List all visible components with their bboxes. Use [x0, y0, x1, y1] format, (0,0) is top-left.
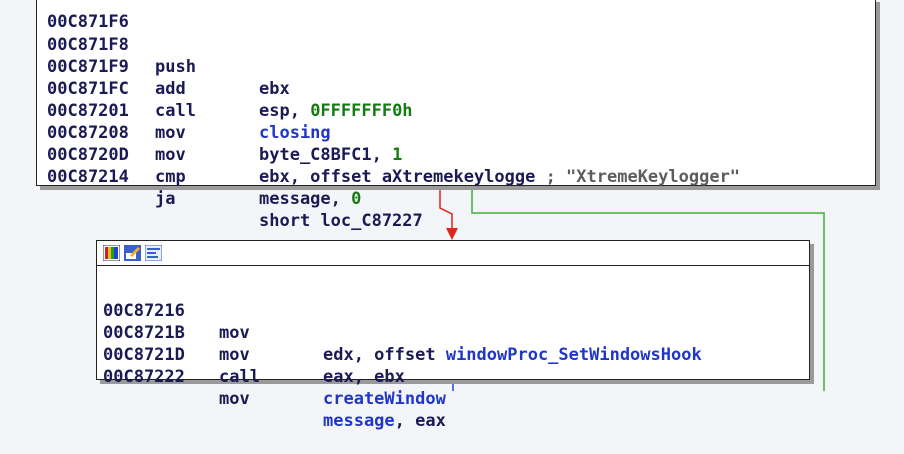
immediate-value: 0FFFFFFF0h — [310, 101, 413, 121]
asm-line[interactable]: 00C87201 mov byte_C8BFC1, 1 — [37, 78, 402, 165]
variable-reference: message — [323, 411, 395, 431]
edge-false-arrowhead — [446, 228, 458, 240]
function-reference[interactable]: createWindow — [323, 388, 446, 410]
asm-line[interactable]: 00C8721D call createWindow — [97, 322, 446, 409]
mnemonic: add — [155, 79, 186, 99]
code-block-top[interactable]: 00C871F6 00C871F8 push ebx 00C871F9 add … — [36, 0, 876, 231]
mnemonic: push — [155, 57, 196, 77]
address: 00C87222 — [103, 367, 185, 387]
mnemonic: call — [155, 101, 196, 121]
operand: esp, 0FFFFFFF0h — [259, 101, 413, 121]
color-palette-icon[interactable] — [103, 245, 120, 261]
asm-line[interactable]: 00C871F9 add esp, 0FFFFFFF0h — [37, 34, 413, 121]
mnemonic: call — [219, 367, 260, 387]
graph-view-icon[interactable] — [145, 245, 162, 261]
operand: ebx — [259, 79, 290, 99]
immediate-value: 0 — [351, 189, 362, 209]
mnemonic: mov — [219, 345, 250, 365]
asm-line[interactable]: 00C8720D cmp message, 0 — [37, 122, 361, 209]
mnemonic: mov — [219, 389, 250, 409]
symbol-reference: windowProc_SetWindowsHook — [445, 345, 702, 365]
mnemonic: cmp — [155, 167, 186, 187]
operand: ebx, offset aXtremekeylogge ; "XtremeKey… — [259, 167, 741, 187]
operand: edx, offset windowProc_SetWindowsHook — [323, 345, 702, 365]
operand: message, eax — [323, 411, 446, 431]
asm-line[interactable]: 00C87222 mov message, eax — [97, 344, 446, 431]
asm-line[interactable]: 00C871FC call closing — [37, 56, 331, 143]
edge-false-branch — [439, 188, 453, 230]
mnemonic: mov — [155, 145, 186, 165]
mnemonic: mov — [219, 323, 250, 343]
operand: message, 0 — [259, 189, 362, 209]
block-toolbar — [97, 241, 809, 266]
partial-line: 00C871F6 — [37, 0, 129, 32]
asm-line[interactable]: 00C87208 mov ebx, offset aXtremekeylogge… — [37, 100, 740, 187]
address: 00C87214 — [47, 167, 129, 187]
mnemonic: mov — [155, 123, 186, 143]
function-reference[interactable]: closing — [259, 122, 331, 144]
code-block-bottom[interactable]: 00C87216 mov edx, offset windowProc_SetW… — [96, 240, 810, 431]
string-comment: ; "XtremeKeylogger" — [535, 167, 741, 187]
operand: byte_C8BFC1, 1 — [259, 145, 403, 165]
asm-line[interactable]: 00C871F8 push ebx — [37, 12, 290, 99]
mnemonic: ja — [155, 189, 176, 209]
immediate-value: 1 — [392, 145, 403, 165]
operand: eax, ebx — [323, 367, 405, 387]
asm-line[interactable]: 00C87214 ja short loc_C87227 — [37, 144, 423, 231]
edit-block-icon[interactable] — [124, 245, 141, 261]
asm-line[interactable]: 00C8721B mov eax, ebx — [97, 300, 405, 387]
jump-target[interactable]: short loc_C87227 — [259, 210, 423, 232]
asm-line[interactable]: 00C87216 mov edx, offset windowProc_SetW… — [97, 278, 702, 365]
